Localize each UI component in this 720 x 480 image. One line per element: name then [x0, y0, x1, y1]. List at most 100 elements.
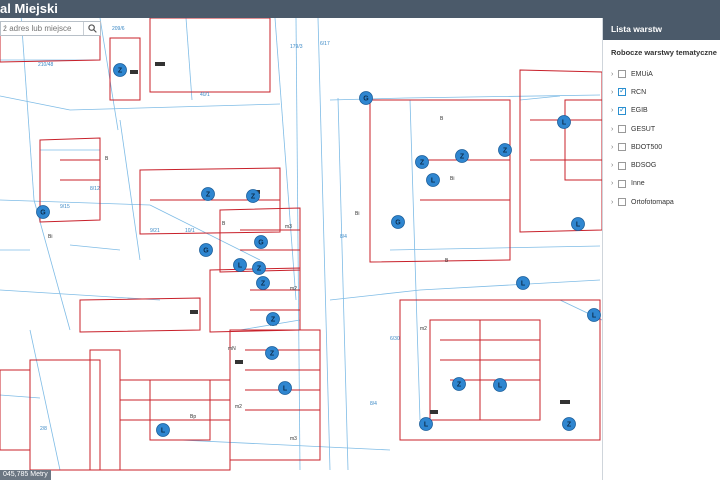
layer-checkbox[interactable] — [618, 86, 626, 97]
building-code: B — [440, 116, 444, 122]
building-outline — [564, 99, 602, 181]
marker-label: Z — [420, 160, 425, 167]
building-outline — [149, 18, 271, 93]
layer-item-egib[interactable]: › EGIB — [603, 102, 720, 120]
parcel-boundary — [0, 289, 161, 301]
layer-checkbox[interactable] — [618, 179, 626, 188]
parcel-number: 6/17 — [320, 41, 330, 47]
layer-checkbox[interactable] — [618, 70, 626, 79]
building-outline — [0, 369, 31, 451]
layer-checkbox[interactable] — [618, 198, 626, 207]
parcel-boundary — [0, 199, 151, 206]
parcel-number: 8/12 — [90, 186, 100, 192]
marker-label: Z — [206, 192, 211, 199]
parcel-boundary — [0, 95, 71, 111]
marker-label: G — [258, 240, 264, 247]
parcel-number: 10/1 — [185, 228, 195, 234]
parcel-number: 179/3 — [290, 44, 303, 50]
map-layer: 209/6 210/48 179/3 6/17 8/12 10/1 9/15 9/21 40/1… — [0, 18, 602, 471]
marker-label: Z — [503, 148, 508, 155]
layer-checkbox[interactable] — [618, 143, 626, 152]
parcel-boundary — [20, 18, 35, 201]
app-title: al Miejski — [0, 1, 58, 16]
parcel-number: 2/8 — [40, 426, 47, 432]
parcel-boundary — [33, 199, 71, 331]
marker-label: L — [161, 428, 166, 435]
building-block — [235, 360, 243, 364]
layer-label: Ortofotomapa — [631, 198, 674, 206]
map-canvas[interactable]: 209/6 210/48 179/3 6/17 8/12 10/1 9/15 9/21 40/1… — [0, 18, 602, 480]
building-code: m2 — [290, 286, 297, 292]
parcel-number: 6/30 — [390, 336, 400, 342]
parcel-number: 210/48 — [38, 62, 54, 68]
building-outline — [139, 167, 281, 235]
parcel-boundary — [0, 394, 41, 399]
building-outline — [89, 349, 121, 471]
layer-checkbox[interactable] — [618, 161, 626, 170]
building-outline — [79, 297, 201, 333]
marker-label: G — [203, 248, 209, 255]
search-input[interactable] — [1, 22, 87, 35]
marker-label: Z — [251, 194, 256, 201]
layer-label: EGIB — [631, 107, 648, 115]
marker-label: L — [521, 281, 526, 288]
parcel-boundary — [337, 97, 349, 471]
search-button[interactable] — [83, 22, 100, 35]
chevron-right-icon[interactable]: › — [611, 89, 617, 96]
chevron-right-icon[interactable]: › — [611, 162, 617, 169]
marker-label: L — [431, 178, 436, 185]
layer-label: BDOT500 — [631, 143, 663, 151]
building-code: B — [222, 221, 226, 227]
layer-item-bdsog[interactable]: › BDSOG — [603, 156, 720, 174]
marker-label: Z — [257, 266, 262, 273]
chevron-right-icon[interactable]: › — [611, 126, 617, 133]
layer-label: EMUiA — [631, 70, 653, 78]
marker-label: L — [592, 313, 597, 320]
layer-item-gesut[interactable]: › GESUT — [603, 120, 720, 138]
parcel-boundary — [29, 329, 61, 471]
layer-label: BDSOG — [631, 162, 657, 170]
marker-label: L — [238, 263, 243, 270]
parcel-boundary — [419, 279, 601, 291]
chevron-right-icon[interactable]: › — [611, 144, 617, 151]
building-code: mN — [228, 346, 236, 352]
layer-item-ortofotomapa[interactable]: › Ortofotomapa — [603, 193, 720, 211]
marker-label: Z — [271, 317, 276, 324]
building-code: B — [105, 156, 109, 162]
marker-label: Z — [261, 281, 266, 288]
building-code: Bi — [48, 234, 52, 240]
layer-item-inne[interactable]: › Inne — [603, 175, 720, 193]
parcel-boundary — [519, 95, 561, 101]
building-code: Bi — [450, 176, 454, 182]
marker-label: G — [363, 96, 369, 103]
search-icon — [87, 24, 97, 33]
layers-panel-title: Lista warstw — [603, 18, 720, 40]
parcel-number: 8/4 — [370, 401, 377, 407]
marker-label: L — [498, 383, 503, 390]
parcel-boundary — [274, 18, 297, 301]
marker-label: L — [283, 386, 288, 393]
layer-item-bdot500[interactable]: › BDOT500 — [603, 138, 720, 156]
chevron-right-icon[interactable]: › — [611, 199, 617, 206]
chevron-right-icon[interactable]: › — [611, 180, 617, 187]
parcel-boundary — [119, 119, 141, 261]
marker-label: Z — [567, 422, 572, 429]
marker-label: L — [576, 222, 581, 229]
layer-item-emuia[interactable]: › EMUiA — [603, 65, 720, 83]
building-block — [560, 400, 570, 404]
building-outline — [119, 379, 231, 471]
chevron-right-icon[interactable]: › — [611, 71, 617, 78]
building-block — [190, 310, 198, 314]
layer-item-rcn[interactable]: › RCN — [603, 83, 720, 101]
building-code: Bi — [355, 211, 359, 217]
chevron-right-icon[interactable]: › — [611, 107, 617, 114]
parcel-boundary — [409, 99, 421, 421]
layer-checkbox[interactable] — [618, 105, 626, 115]
building-code: m2 — [235, 404, 242, 410]
layer-label: GESUT — [631, 125, 656, 133]
layer-group-title: Robocze warstwy tematyczne — [611, 48, 717, 57]
layer-checkbox[interactable] — [618, 125, 626, 134]
parcel-boundary — [404, 94, 601, 99]
building-outline — [0, 31, 101, 63]
address-search[interactable] — [0, 21, 101, 36]
